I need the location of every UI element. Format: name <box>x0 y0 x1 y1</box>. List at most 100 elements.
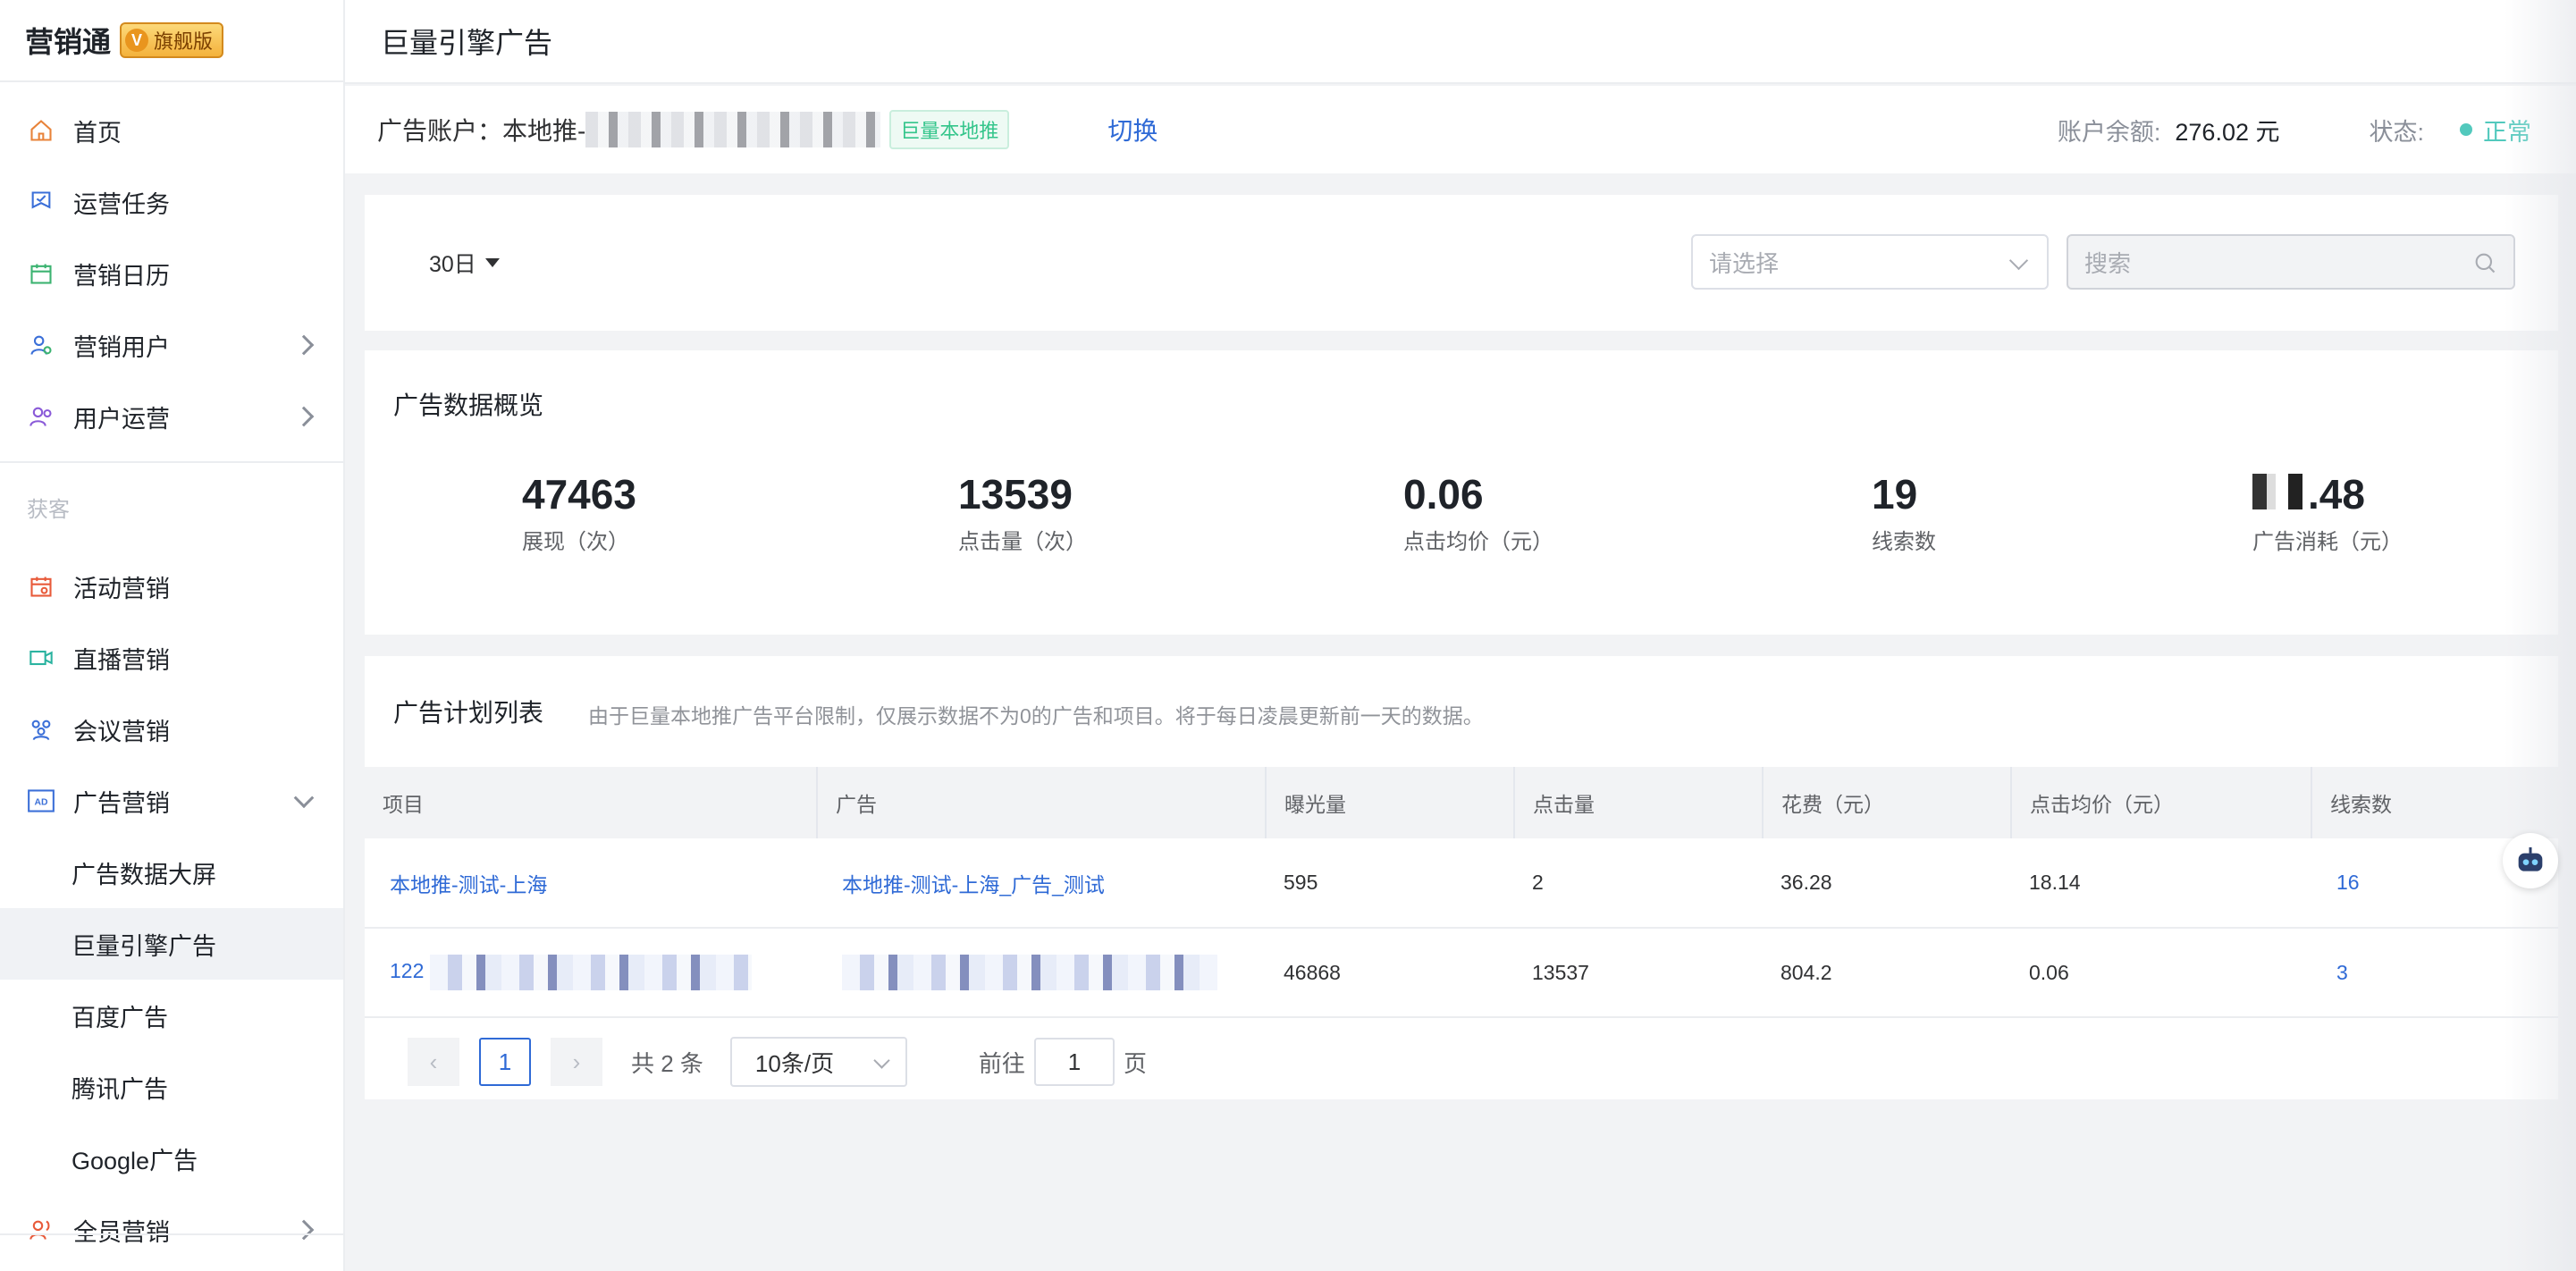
home-icon <box>27 116 55 145</box>
ad-icon: AD <box>27 787 55 815</box>
sidebar-item-tencent-ads[interactable]: 腾讯广告 <box>0 1051 343 1123</box>
impressions-cell: 595 <box>1266 838 1514 929</box>
video-icon <box>27 644 55 672</box>
ad-link[interactable] <box>817 928 1266 1018</box>
page-size-select[interactable]: 10条/页 <box>729 1037 907 1087</box>
account-label: 广告账户： <box>377 117 503 145</box>
sidebar: 营销通 V 旗舰版 首页 运营任务 营销日历 营销用户 用户运营 获客 活动营销… <box>0 0 345 1271</box>
sidebar-item-meeting-marketing[interactable]: 会议营销 <box>0 694 343 765</box>
period-dropdown[interactable]: 30日 <box>429 247 500 279</box>
redacted-value <box>2252 474 2306 509</box>
sidebar-item-marketing-users[interactable]: 营销用户 <box>0 309 343 381</box>
balance-label: 账户余额: <box>2057 118 2161 146</box>
sidebar-item-user-ops[interactable]: 用户运营 <box>0 381 343 452</box>
sidebar-item-label: 腾讯广告 <box>72 1075 168 1103</box>
sidebar-item-tasks[interactable]: 运营任务 <box>0 166 343 238</box>
sidebar-item-calendar[interactable]: 营销日历 <box>0 238 343 309</box>
project-link[interactable]: 122 <box>365 928 817 1018</box>
event-calendar-icon <box>27 572 55 601</box>
leads-link[interactable]: 3 <box>2311 928 2558 1018</box>
chevron-right-icon <box>293 334 315 356</box>
sidebar-item-label: 营销用户 <box>73 333 170 361</box>
sidebar-item-label: 直播营销 <box>73 646 170 674</box>
goto-label: 前往 <box>978 1049 1025 1077</box>
redacted-account-name <box>585 112 881 147</box>
user-ops-icon <box>27 402 55 431</box>
brand: 营销通 V 旗舰版 <box>0 0 343 82</box>
metric-label: 广告消耗（元） <box>2252 530 2403 554</box>
task-flag-icon <box>27 188 55 216</box>
metric-value: 0.06 <box>1403 471 1484 518</box>
table-header-row: 项目 广告 曝光量 点击量 花费（元） 点击均价（元） 线索数 <box>365 767 2558 838</box>
metric-label: 线索数 <box>1872 530 1936 554</box>
pagination: ‹ 1 › 共 2 条 10条/页 前往 1 页 <box>408 1037 1147 1087</box>
column-header: 曝光量 <box>1266 767 1515 838</box>
sidebar-item-home[interactable]: 首页 <box>0 95 343 166</box>
column-header: 线索数 <box>2311 767 2558 838</box>
column-header: 广告 <box>817 767 1267 838</box>
table-row: 122 46868 13537 804.2 0.06 3 <box>365 928 2558 1018</box>
clicks-cell: 13537 <box>1514 928 1763 1018</box>
sidebar-item-label: 运营任务 <box>73 190 170 218</box>
sidebar-item-label: 广告数据大屏 <box>72 861 216 888</box>
search-icon[interactable] <box>2472 250 2497 282</box>
project-link[interactable]: 本地推-测试-上海 <box>365 838 817 929</box>
project-select[interactable]: 请选择 <box>1691 234 2049 290</box>
plans-table: 项目 广告 曝光量 点击量 花费（元） 点击均价（元） 线索数 本地推-测试-上… <box>365 767 2558 1018</box>
filter-card: 30日 请选择 搜索 <box>365 195 2558 331</box>
edition-badge: V 旗舰版 <box>120 22 224 58</box>
metric-label: 点击量（次） <box>958 530 1087 554</box>
sidebar-item-google-ads[interactable]: Google广告 <box>0 1123 343 1194</box>
next-page-button[interactable]: › <box>551 1038 602 1086</box>
account-type-tag: 巨量本地推 <box>889 110 1010 149</box>
chevron-right-icon <box>293 406 315 427</box>
metric-label: 点击均价（元） <box>1403 530 1553 554</box>
search-input[interactable]: 搜索 <box>2067 234 2515 290</box>
prev-page-button[interactable]: ‹ <box>408 1038 459 1086</box>
column-header: 点击量 <box>1514 767 1764 838</box>
assistant-robot-icon[interactable] <box>2503 833 2558 888</box>
page-number-button[interactable]: 1 <box>479 1038 531 1086</box>
status-dot-icon <box>2460 123 2472 136</box>
account-bar: 广告账户： 本地推- 巨量本地推 切换 账户余额: 276.02 元 状态: 正… <box>345 86 2576 173</box>
page-header: 巨量引擎广告 <box>345 0 2576 84</box>
sidebar-item-oceanengine-ads[interactable]: 巨量引擎广告 <box>0 908 343 980</box>
svg-text:AD: AD <box>35 798 48 808</box>
period-value: 30日 <box>429 252 476 277</box>
account-status: 账户余额: 276.02 元 状态: 正常 <box>2058 86 2531 173</box>
metric-impressions: 47463 展现（次） <box>522 474 636 555</box>
sidebar-item-baidu-ads[interactable]: 百度广告 <box>0 980 343 1051</box>
cost-cell: 36.28 <box>1763 838 2011 929</box>
ad-link[interactable]: 本地推-测试-上海_广告_测试 <box>817 838 1266 929</box>
sidebar-item-label: 活动营销 <box>73 575 170 602</box>
cost-cell: 804.2 <box>1763 928 2011 1018</box>
balance-value: 276.02 元 <box>2175 118 2280 146</box>
sidebar-item-ad-dashboard[interactable]: 广告数据大屏 <box>0 837 343 908</box>
goto-page-input[interactable]: 1 <box>1033 1038 1115 1086</box>
group-icon <box>27 715 55 744</box>
sidebar-item-event-marketing[interactable]: 活动营销 <box>0 551 343 622</box>
chevron-down-icon <box>2008 250 2029 271</box>
table-row: 本地推-测试-上海 本地推-测试-上海_广告_测试 595 2 36.28 18… <box>365 838 2558 929</box>
account-name: 本地推- <box>502 117 586 145</box>
page-size-value: 10条/页 <box>754 1049 835 1077</box>
overview-title: 广告数据概览 <box>393 391 544 419</box>
project-name-prefix: 122 <box>390 959 425 983</box>
sidebar-item-live-marketing[interactable]: 直播营销 <box>0 622 343 694</box>
sidebar-item-label: 广告营销 <box>73 789 170 817</box>
select-placeholder: 请选择 <box>1709 249 1780 277</box>
calendar-icon <box>27 259 55 288</box>
search-placeholder: 搜索 <box>2084 249 2132 277</box>
column-header: 点击均价（元） <box>2011 767 2312 838</box>
user-icon <box>27 331 55 359</box>
switch-account-link[interactable]: 切换 <box>1107 112 1158 147</box>
metric-label: 展现（次） <box>522 530 629 554</box>
sidebar-item-ad-marketing[interactable]: AD 广告营销 <box>0 765 343 837</box>
sidebar-item-label: 首页 <box>73 119 122 147</box>
v-icon: V <box>125 29 149 52</box>
caret-down-icon <box>484 258 500 267</box>
clicks-cell: 2 <box>1514 838 1763 929</box>
impressions-cell: 46868 <box>1266 928 1514 1018</box>
page-title: 巨量引擎广告 <box>381 27 553 59</box>
status-label: 状态: <box>2369 118 2424 146</box>
